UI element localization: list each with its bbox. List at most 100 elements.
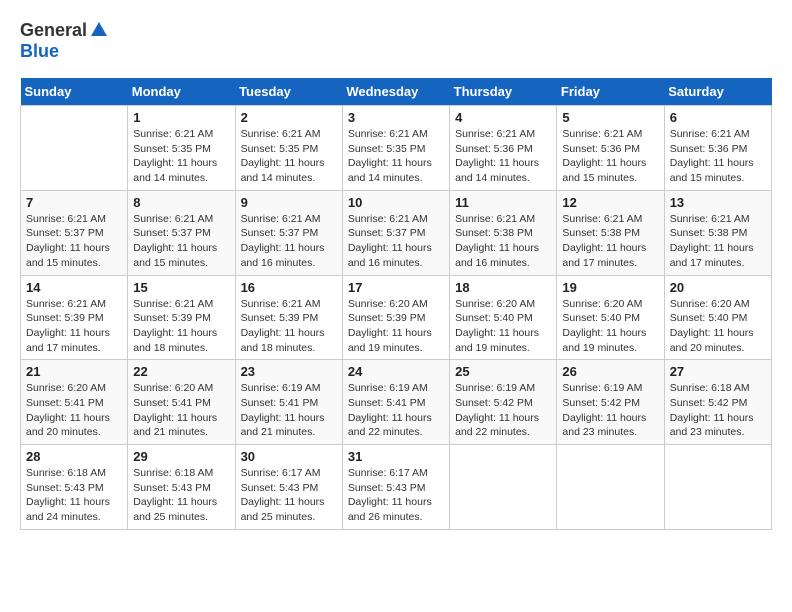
logo-blue: Blue [20, 41, 59, 61]
day-info: Sunrise: 6:21 AM Sunset: 5:39 PM Dayligh… [241, 297, 337, 356]
day-info: Sunrise: 6:20 AM Sunset: 5:41 PM Dayligh… [133, 381, 229, 440]
day-info: Sunrise: 6:21 AM Sunset: 5:39 PM Dayligh… [133, 297, 229, 356]
day-info: Sunrise: 6:21 AM Sunset: 5:35 PM Dayligh… [348, 127, 444, 186]
calendar-cell: 8 Sunrise: 6:21 AM Sunset: 5:37 PM Daylig… [128, 190, 235, 275]
day-number: 2 [241, 110, 337, 125]
day-number: 25 [455, 364, 551, 379]
day-info: Sunrise: 6:18 AM Sunset: 5:42 PM Dayligh… [670, 381, 766, 440]
day-info: Sunrise: 6:21 AM Sunset: 5:37 PM Dayligh… [348, 212, 444, 271]
day-info: Sunrise: 6:17 AM Sunset: 5:43 PM Dayligh… [348, 466, 444, 525]
calendar-cell: 23 Sunrise: 6:19 AM Sunset: 5:41 PM Dayli… [235, 360, 342, 445]
calendar-cell: 14 Sunrise: 6:21 AM Sunset: 5:39 PM Dayli… [21, 275, 128, 360]
calendar-cell [557, 445, 664, 530]
calendar-week-row: 1 Sunrise: 6:21 AM Sunset: 5:35 PM Daylig… [21, 106, 772, 191]
calendar-cell: 4 Sunrise: 6:21 AM Sunset: 5:36 PM Daylig… [450, 106, 557, 191]
calendar-cell: 15 Sunrise: 6:21 AM Sunset: 5:39 PM Dayli… [128, 275, 235, 360]
day-info: Sunrise: 6:21 AM Sunset: 5:36 PM Dayligh… [562, 127, 658, 186]
day-info: Sunrise: 6:21 AM Sunset: 5:35 PM Dayligh… [133, 127, 229, 186]
calendar-cell: 18 Sunrise: 6:20 AM Sunset: 5:40 PM Dayli… [450, 275, 557, 360]
calendar-cell: 10 Sunrise: 6:21 AM Sunset: 5:37 PM Dayli… [342, 190, 449, 275]
day-info: Sunrise: 6:21 AM Sunset: 5:38 PM Dayligh… [455, 212, 551, 271]
calendar-cell: 12Sunrise: 6:21 AM Sunset: 5:38 PM Dayli… [557, 190, 664, 275]
calendar-cell: 17 Sunrise: 6:20 AM Sunset: 5:39 PM Dayli… [342, 275, 449, 360]
day-number: 3 [348, 110, 444, 125]
calendar-cell: 1 Sunrise: 6:21 AM Sunset: 5:35 PM Daylig… [128, 106, 235, 191]
day-number: 15 [133, 280, 229, 295]
day-number: 21 [26, 364, 122, 379]
day-of-week-header: Sunday [21, 78, 128, 106]
day-info: Sunrise: 6:21 AM Sunset: 5:36 PM Dayligh… [455, 127, 551, 186]
day-info: Sunrise: 6:20 AM Sunset: 5:39 PM Dayligh… [348, 297, 444, 356]
day-info: Sunrise: 6:21 AM Sunset: 5:37 PM Dayligh… [133, 212, 229, 271]
calendar-body: 1 Sunrise: 6:21 AM Sunset: 5:35 PM Daylig… [21, 106, 772, 530]
day-number: 10 [348, 195, 444, 210]
day-number: 20 [670, 280, 766, 295]
day-info: Sunrise: 6:20 AM Sunset: 5:40 PM Dayligh… [562, 297, 658, 356]
day-of-week-header: Wednesday [342, 78, 449, 106]
day-info: Sunrise: 6:21 AM Sunset: 5:38 PM Dayligh… [670, 212, 766, 271]
day-info: Sunrise: 6:21 AM Sunset: 5:36 PM Dayligh… [670, 127, 766, 186]
day-info: Sunrise: 6:18 AM Sunset: 5:43 PM Dayligh… [26, 466, 122, 525]
day-number: 11 [455, 195, 551, 210]
calendar-cell: 21 Sunrise: 6:20 AM Sunset: 5:41 PM Dayli… [21, 360, 128, 445]
day-number: 6 [670, 110, 766, 125]
day-info: Sunrise: 6:21 AM Sunset: 5:37 PM Dayligh… [241, 212, 337, 271]
day-number: 1 [133, 110, 229, 125]
day-number: 7 [26, 195, 122, 210]
calendar-cell: 28 Sunrise: 6:18 AM Sunset: 5:43 PM Dayli… [21, 445, 128, 530]
day-of-week-header: Thursday [450, 78, 557, 106]
logo: General Blue [20, 20, 109, 62]
calendar-cell: 6 Sunrise: 6:21 AM Sunset: 5:36 PM Daylig… [664, 106, 771, 191]
day-number: 5 [562, 110, 658, 125]
calendar-cell [21, 106, 128, 191]
calendar-header-row: SundayMondayTuesdayWednesdayThursdayFrid… [21, 78, 772, 106]
calendar-cell: 22 Sunrise: 6:20 AM Sunset: 5:41 PM Dayli… [128, 360, 235, 445]
logo-general: General [20, 20, 87, 41]
calendar-table: SundayMondayTuesdayWednesdayThursdayFrid… [20, 78, 772, 530]
day-number: 19 [562, 280, 658, 295]
day-number: 9 [241, 195, 337, 210]
day-info: Sunrise: 6:21 AM Sunset: 5:38 PM Dayligh… [562, 212, 658, 271]
day-info: Sunrise: 6:20 AM Sunset: 5:40 PM Dayligh… [455, 297, 551, 356]
logo-triangle-icon [89, 20, 109, 40]
day-number: 30 [241, 449, 337, 464]
calendar-cell: 24Sunrise: 6:19 AM Sunset: 5:41 PM Dayli… [342, 360, 449, 445]
day-info: Sunrise: 6:17 AM Sunset: 5:43 PM Dayligh… [241, 466, 337, 525]
day-info: Sunrise: 6:19 AM Sunset: 5:42 PM Dayligh… [562, 381, 658, 440]
day-of-week-header: Saturday [664, 78, 771, 106]
day-info: Sunrise: 6:19 AM Sunset: 5:41 PM Dayligh… [241, 381, 337, 440]
day-number: 23 [241, 364, 337, 379]
day-of-week-header: Monday [128, 78, 235, 106]
day-number: 17 [348, 280, 444, 295]
day-number: 8 [133, 195, 229, 210]
day-info: Sunrise: 6:21 AM Sunset: 5:39 PM Dayligh… [26, 297, 122, 356]
day-info: Sunrise: 6:19 AM Sunset: 5:42 PM Dayligh… [455, 381, 551, 440]
day-info: Sunrise: 6:20 AM Sunset: 5:41 PM Dayligh… [26, 381, 122, 440]
calendar-week-row: 21 Sunrise: 6:20 AM Sunset: 5:41 PM Dayli… [21, 360, 772, 445]
day-number: 14 [26, 280, 122, 295]
day-info: Sunrise: 6:21 AM Sunset: 5:35 PM Dayligh… [241, 127, 337, 186]
calendar-cell: 29Sunrise: 6:18 AM Sunset: 5:43 PM Dayli… [128, 445, 235, 530]
day-info: Sunrise: 6:20 AM Sunset: 5:40 PM Dayligh… [670, 297, 766, 356]
day-of-week-header: Tuesday [235, 78, 342, 106]
calendar-cell: 3 Sunrise: 6:21 AM Sunset: 5:35 PM Daylig… [342, 106, 449, 191]
day-number: 16 [241, 280, 337, 295]
day-info: Sunrise: 6:18 AM Sunset: 5:43 PM Dayligh… [133, 466, 229, 525]
calendar-cell: 27Sunrise: 6:18 AM Sunset: 5:42 PM Dayli… [664, 360, 771, 445]
day-number: 18 [455, 280, 551, 295]
day-number: 4 [455, 110, 551, 125]
calendar-cell: 30 Sunrise: 6:17 AM Sunset: 5:43 PM Dayli… [235, 445, 342, 530]
day-info: Sunrise: 6:19 AM Sunset: 5:41 PM Dayligh… [348, 381, 444, 440]
day-number: 13 [670, 195, 766, 210]
calendar-cell [450, 445, 557, 530]
day-number: 28 [26, 449, 122, 464]
calendar-cell: 7 Sunrise: 6:21 AM Sunset: 5:37 PM Daylig… [21, 190, 128, 275]
day-number: 22 [133, 364, 229, 379]
day-info: Sunrise: 6:21 AM Sunset: 5:37 PM Dayligh… [26, 212, 122, 271]
calendar-cell: 5 Sunrise: 6:21 AM Sunset: 5:36 PM Daylig… [557, 106, 664, 191]
calendar-week-row: 28 Sunrise: 6:18 AM Sunset: 5:43 PM Dayli… [21, 445, 772, 530]
calendar-cell: 20 Sunrise: 6:20 AM Sunset: 5:40 PM Dayli… [664, 275, 771, 360]
calendar-cell: 19 Sunrise: 6:20 AM Sunset: 5:40 PM Dayli… [557, 275, 664, 360]
calendar-cell: 31Sunrise: 6:17 AM Sunset: 5:43 PM Dayli… [342, 445, 449, 530]
calendar-cell: 11 Sunrise: 6:21 AM Sunset: 5:38 PM Dayli… [450, 190, 557, 275]
